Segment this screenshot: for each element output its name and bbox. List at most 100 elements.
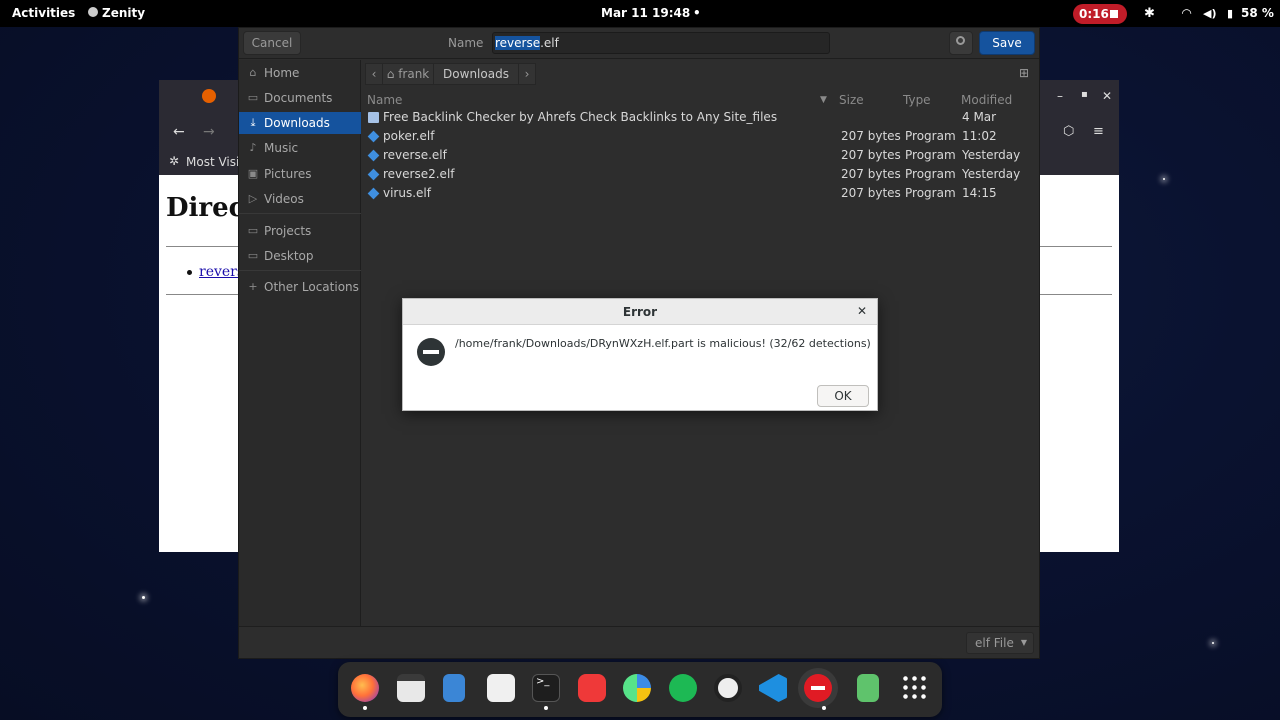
sidebar-item-music[interactable]: ♪ Music: [239, 137, 361, 159]
folder-icon: ▭: [247, 224, 259, 237]
sidebar-item-desktop[interactable]: ▭ Desktop: [239, 245, 361, 267]
bookmark-most-visited[interactable]: Most Visi: [186, 155, 239, 169]
sort-chevron-down-icon[interactable]: ▼: [820, 91, 827, 109]
home-icon: ⌂: [386, 67, 395, 81]
download-icon: ⤓: [250, 116, 256, 129]
bullet: [187, 270, 192, 275]
accessibility-icon[interactable]: ✱: [1144, 0, 1155, 27]
cancel-button[interactable]: Cancel: [243, 31, 301, 55]
sidebar-item-pictures[interactable]: ▣ Pictures: [239, 163, 361, 185]
running-indicator: [822, 706, 826, 710]
app-grid-icon[interactable]: [901, 674, 929, 702]
ok-button[interactable]: OK: [817, 385, 869, 407]
volume-icon[interactable]: ◀): [1203, 0, 1217, 27]
chooser-header: Cancel Name reverse.elf Save: [239, 28, 1039, 59]
stop-recording-icon: [1110, 10, 1118, 18]
search-button[interactable]: [949, 31, 973, 55]
path-current-button[interactable]: Downloads: [433, 63, 519, 85]
file-size: 207 bytes: [841, 186, 901, 200]
sidebar-separator: [239, 213, 361, 214]
disk-usage-icon[interactable]: [623, 674, 651, 702]
filter-label: elf File: [975, 636, 1014, 650]
terminal-icon[interactable]: >_: [532, 674, 560, 702]
close-icon[interactable]: ✕: [1102, 89, 1112, 103]
sidebar-item-home[interactable]: ⌂ Home: [239, 62, 361, 84]
maximize-icon[interactable]: ▪: [1081, 89, 1088, 100]
back-arrow-icon[interactable]: ←: [173, 124, 185, 140]
file-modified: 4 Mar: [962, 110, 997, 124]
new-folder-icon[interactable]: ⊞: [1015, 64, 1033, 82]
file-name: virus.elf: [383, 186, 431, 200]
path-forward-button[interactable]: ›: [518, 63, 536, 85]
file-modified: Yesterday: [962, 148, 1021, 162]
search-icon: [956, 36, 965, 45]
table-row[interactable]: reverse2.elf 207 bytes Program Yesterday: [363, 165, 1039, 184]
file-type: Program: [905, 186, 956, 200]
forward-arrow-icon[interactable]: →: [203, 124, 215, 140]
sidebar-item-label: Pictures: [264, 167, 312, 181]
calendar-icon[interactable]: [397, 674, 425, 702]
column-header-type[interactable]: Type: [903, 91, 931, 109]
file-type: Program: [905, 148, 956, 162]
firefox-icon[interactable]: [351, 674, 379, 702]
path-current-label: Downloads: [443, 67, 509, 81]
path-back-button[interactable]: ‹: [365, 63, 383, 85]
path-home-label: frank: [398, 67, 430, 81]
sidebar-item-projects[interactable]: ▭ Projects: [239, 220, 361, 242]
software-icon[interactable]: [487, 674, 515, 702]
menu-icon[interactable]: ≡: [1093, 124, 1104, 139]
running-indicator: [363, 706, 367, 710]
table-row[interactable]: poker.elf 207 bytes Program 11:02: [363, 127, 1039, 146]
activities-button[interactable]: Activities: [12, 0, 75, 27]
obs-icon[interactable]: [714, 674, 742, 702]
chooser-footer: elf File ▼: [239, 626, 1039, 658]
sidebar-item-downloads[interactable]: ⤓ Downloads: [239, 112, 361, 134]
file-modified: 14:15: [962, 186, 997, 200]
sidebar-item-videos[interactable]: ▷ Videos: [239, 188, 361, 210]
battery-icon[interactable]: ▮: [1227, 0, 1233, 27]
column-header-name[interactable]: Name: [367, 91, 402, 109]
trash-icon[interactable]: [857, 674, 879, 702]
save-button[interactable]: Save: [979, 31, 1035, 55]
executable-icon: [367, 187, 380, 200]
app-name: Zenity: [102, 6, 146, 20]
path-home-button[interactable]: ⌂ frank: [382, 63, 434, 85]
executable-icon: [367, 168, 380, 181]
table-row[interactable]: virus.elf 207 bytes Program 14:15: [363, 184, 1039, 203]
file-type: Program: [905, 167, 956, 181]
music-icon: ♪: [249, 141, 257, 154]
executable-icon: [367, 130, 380, 143]
dialog-title: Error: [403, 299, 877, 325]
sidebar-item-documents[interactable]: ▭ Documents: [239, 87, 361, 109]
file-size: 207 bytes: [841, 167, 901, 181]
extensions-icon[interactable]: ⬡: [1063, 124, 1074, 139]
vscode-icon[interactable]: [759, 674, 787, 702]
close-icon[interactable]: ✕: [853, 302, 871, 320]
executable-icon: [367, 149, 380, 162]
table-row[interactable]: reverse.elf 207 bytes Program Yesterday: [363, 146, 1039, 165]
table-row[interactable]: Free Backlink Checker by Ahrefs Check Ba…: [363, 108, 1039, 127]
minimize-icon[interactable]: –: [1057, 89, 1063, 103]
zenity-icon: [88, 7, 98, 17]
notification-dot-icon: •: [693, 6, 701, 20]
chevron-down-icon: ▼: [1020, 638, 1027, 647]
vivaldi-icon[interactable]: [578, 674, 606, 702]
column-header-size[interactable]: Size: [839, 91, 864, 109]
plus-icon: +: [248, 280, 258, 293]
app-menu[interactable]: Zenity: [88, 0, 145, 27]
file-size: 207 bytes: [841, 148, 901, 162]
column-header-modified[interactable]: Modified: [961, 91, 1012, 109]
folder-icon: ▭: [247, 249, 259, 262]
sidebar-item-label: Home: [264, 66, 300, 80]
spotify-icon[interactable]: [669, 674, 697, 702]
error-dialog[interactable]: Error ✕ /home/frank/Downloads/DRynWXzH.e…: [402, 298, 878, 411]
filename-input[interactable]: reverse.elf: [492, 32, 830, 54]
text-editor-icon[interactable]: [443, 674, 465, 702]
filename-extension: .elf: [540, 36, 559, 50]
screen-recording-indicator[interactable]: 0:16: [1073, 4, 1127, 24]
sidebar-item-other-locations[interactable]: + Other Locations: [239, 276, 361, 298]
file-size: 207 bytes: [841, 129, 901, 143]
clock[interactable]: Mar 11 19:48: [601, 0, 690, 27]
wifi-icon[interactable]: ◠: [1182, 0, 1191, 27]
file-type-filter[interactable]: elf File ▼: [966, 632, 1034, 654]
